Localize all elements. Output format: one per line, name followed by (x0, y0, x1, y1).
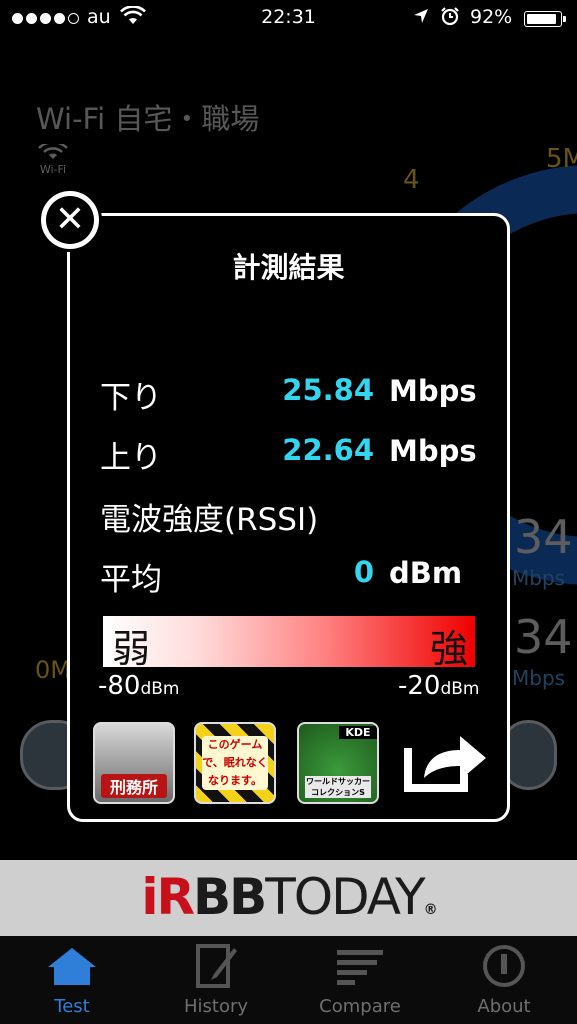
meter-min-label: -80dBm (98, 671, 180, 701)
meter-weak-label: 弱 (112, 627, 151, 671)
battery-icon (524, 11, 562, 27)
alarm-clock-icon (440, 6, 460, 31)
bg-download-unit: Mbps (512, 566, 566, 590)
ad-app-prison[interactable]: 刑務所 (93, 722, 175, 804)
download-unit: Mbps (389, 374, 477, 408)
battery-tip (563, 16, 566, 22)
house-icon (0, 936, 144, 996)
dialog-title: 計測結果 (232, 251, 345, 284)
ad-app-sleepless[interactable]: このゲームで、眠れなく なります。 (194, 722, 276, 804)
notepad-icon (144, 936, 288, 996)
battery-percent: 92% (470, 6, 513, 28)
tab-history[interactable]: History (144, 936, 288, 1024)
bars-icon (288, 936, 432, 996)
download-value: 25.84 (282, 373, 374, 407)
bg-upload-unit: Mbps (512, 666, 566, 690)
average-label: 平均 (100, 562, 162, 598)
close-icon: ✕ (46, 196, 94, 244)
download-label: 下り (100, 380, 162, 416)
share-icon (404, 736, 486, 792)
tab-test[interactable]: Test (0, 936, 144, 1024)
network-title: Wi-Fi 自宅・職場 (36, 102, 260, 136)
info-circle-icon (432, 936, 576, 996)
location-arrow-icon (412, 7, 430, 30)
signal-strength-meter (103, 616, 475, 667)
wifi-logo-icon: Wi-Fi (38, 141, 68, 176)
meter-strong-label: 強 (430, 627, 469, 671)
bg-download-value: 34 (514, 510, 573, 564)
gauge-tick-4: 4 (403, 165, 420, 195)
share-button[interactable] (402, 728, 490, 794)
tab-about[interactable]: About (432, 936, 576, 1024)
rssi-label: 電波強度(RSSI) (100, 502, 319, 538)
upload-value: 22.64 (282, 433, 374, 467)
bg-upload-value: 34 (514, 610, 573, 664)
average-unit: dBm (389, 556, 463, 590)
rbb-today-logo[interactable]: iRBBTODAY® (0, 868, 577, 926)
close-button[interactable]: ✕ (38, 188, 102, 252)
upload-label: 上り (100, 440, 162, 476)
gauge-min-label: 0M (35, 656, 71, 684)
average-value: 0 (353, 555, 374, 589)
gauge-tick-5: 5M (546, 144, 577, 174)
upload-unit: Mbps (389, 434, 477, 468)
tab-compare[interactable]: Compare (288, 936, 432, 1024)
meter-max-label: -20dBm (398, 671, 480, 701)
ad-app-soccer[interactable]: KDE ワールドサッカーコレクションS (297, 722, 379, 804)
status-bar: au 22:31 92% (0, 0, 577, 40)
